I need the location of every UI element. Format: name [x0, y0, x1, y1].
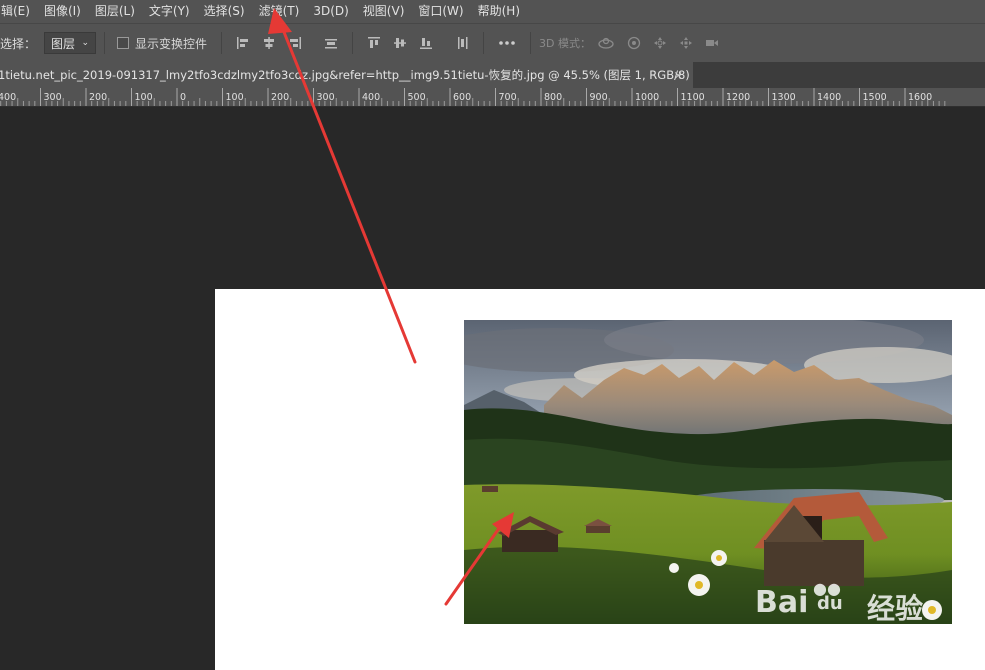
align-hcenter-icon[interactable] — [262, 36, 276, 50]
landscape-photo-layer[interactable] — [464, 320, 952, 624]
align-bottom-icon[interactable] — [419, 36, 433, 50]
ruler-label: 1100 — [681, 92, 705, 103]
ruler-label: 500 — [408, 92, 426, 103]
3d-camera-icon[interactable] — [705, 36, 719, 50]
ruler-label: 300 — [317, 92, 335, 103]
ruler-label: 200 — [89, 92, 107, 103]
ruler-label: 200 — [271, 92, 289, 103]
ruler-label: 0 — [180, 92, 186, 103]
ruler-label: 1400 — [817, 92, 841, 103]
close-icon[interactable]: × — [673, 62, 683, 88]
separator — [483, 32, 485, 54]
menu-filter[interactable]: 滤镜(T) — [252, 0, 307, 23]
ruler-label: 300 — [44, 92, 62, 103]
select-label: 选择： — [0, 36, 37, 51]
distribute-vertical-icon[interactable] — [455, 36, 469, 50]
align-left-icon[interactable] — [236, 36, 250, 50]
menu-type[interactable]: 文字(Y) — [142, 0, 197, 23]
ruler-label: 1200 — [726, 92, 750, 103]
align-top-icon[interactable] — [367, 36, 381, 50]
options-bar: 选择： 图层 ⌄ 显示变换控件 3D 模式： — [0, 23, 985, 62]
align-right-icon[interactable] — [288, 36, 302, 50]
ruler-label: 1300 — [772, 92, 796, 103]
align-vcenter-icon[interactable] — [393, 36, 407, 50]
3d-mode-label: 3D 模式： — [539, 37, 591, 50]
menu-edit[interactable]: 辑(E) — [0, 0, 37, 23]
menu-view[interactable]: 视图(V) — [356, 0, 412, 23]
menu-bar: 辑(E) 图像(I) 图层(L) 文字(Y) 选择(S) 滤镜(T) 3D(D)… — [0, 0, 985, 23]
more-options-icon[interactable] — [498, 36, 516, 50]
ruler-label: 900 — [590, 92, 608, 103]
menu-select[interactable]: 选择(S) — [197, 0, 252, 23]
3d-slide-icon[interactable] — [679, 36, 693, 50]
3d-roll-icon[interactable] — [627, 36, 641, 50]
menu-3d[interactable]: 3D(D) — [306, 0, 355, 23]
auto-select-dropdown[interactable]: 图层 ⌄ — [44, 32, 97, 54]
separator — [221, 32, 223, 54]
document-tab[interactable]: 1tietu.net_pic_2019-091317_lmy2tfo3cdzlm… — [0, 62, 693, 88]
document-tab-bar: 1tietu.net_pic_2019-091317_lmy2tfo3cdzlm… — [0, 62, 985, 88]
3d-pan-icon[interactable] — [653, 36, 667, 50]
show-transform-label: 显示变换控件 — [135, 36, 208, 51]
workspace[interactable]: Bai ●● du 经验 jingyan.baidu.com — [0, 107, 985, 670]
show-transform-checkbox[interactable] — [117, 37, 130, 49]
3d-orbit-icon[interactable] — [597, 36, 615, 50]
menu-help[interactable]: 帮助(H) — [471, 0, 527, 23]
menu-layer[interactable]: 图层(L) — [88, 0, 142, 23]
ruler-label: 1000 — [635, 92, 659, 103]
ruler-label: 600 — [453, 92, 471, 103]
document-canvas[interactable] — [215, 289, 985, 670]
document-tab-title: 1tietu.net_pic_2019-091317_lmy2tfo3cdzlm… — [0, 68, 693, 82]
ruler-label: 100 — [226, 92, 244, 103]
ruler-ticks: 400 300 200 100 0 100 200 300 400 500 600 700 800 900… — [0, 88, 946, 106]
separator — [530, 32, 532, 54]
ruler-label: 1600 — [908, 92, 932, 103]
ruler-label: 400 — [0, 92, 16, 103]
ruler-label: 800 — [544, 92, 562, 103]
separator — [104, 32, 106, 54]
dropdown-value: 图层 — [51, 36, 76, 51]
ruler-label: 1500 — [863, 92, 887, 103]
menu-window[interactable]: 窗口(W) — [411, 0, 470, 23]
ruler-label: 700 — [499, 92, 517, 103]
distribute-icon[interactable] — [324, 36, 338, 50]
separator — [352, 32, 354, 54]
horizontal-ruler[interactable]: 400 300 200 100 0 100 200 300 400 500 600 700 800 900… — [0, 88, 985, 107]
ruler-label: 100 — [135, 92, 153, 103]
chevron-down-icon: ⌄ — [81, 38, 90, 48]
ruler-label: 400 — [362, 92, 380, 103]
menu-image[interactable]: 图像(I) — [37, 0, 88, 23]
